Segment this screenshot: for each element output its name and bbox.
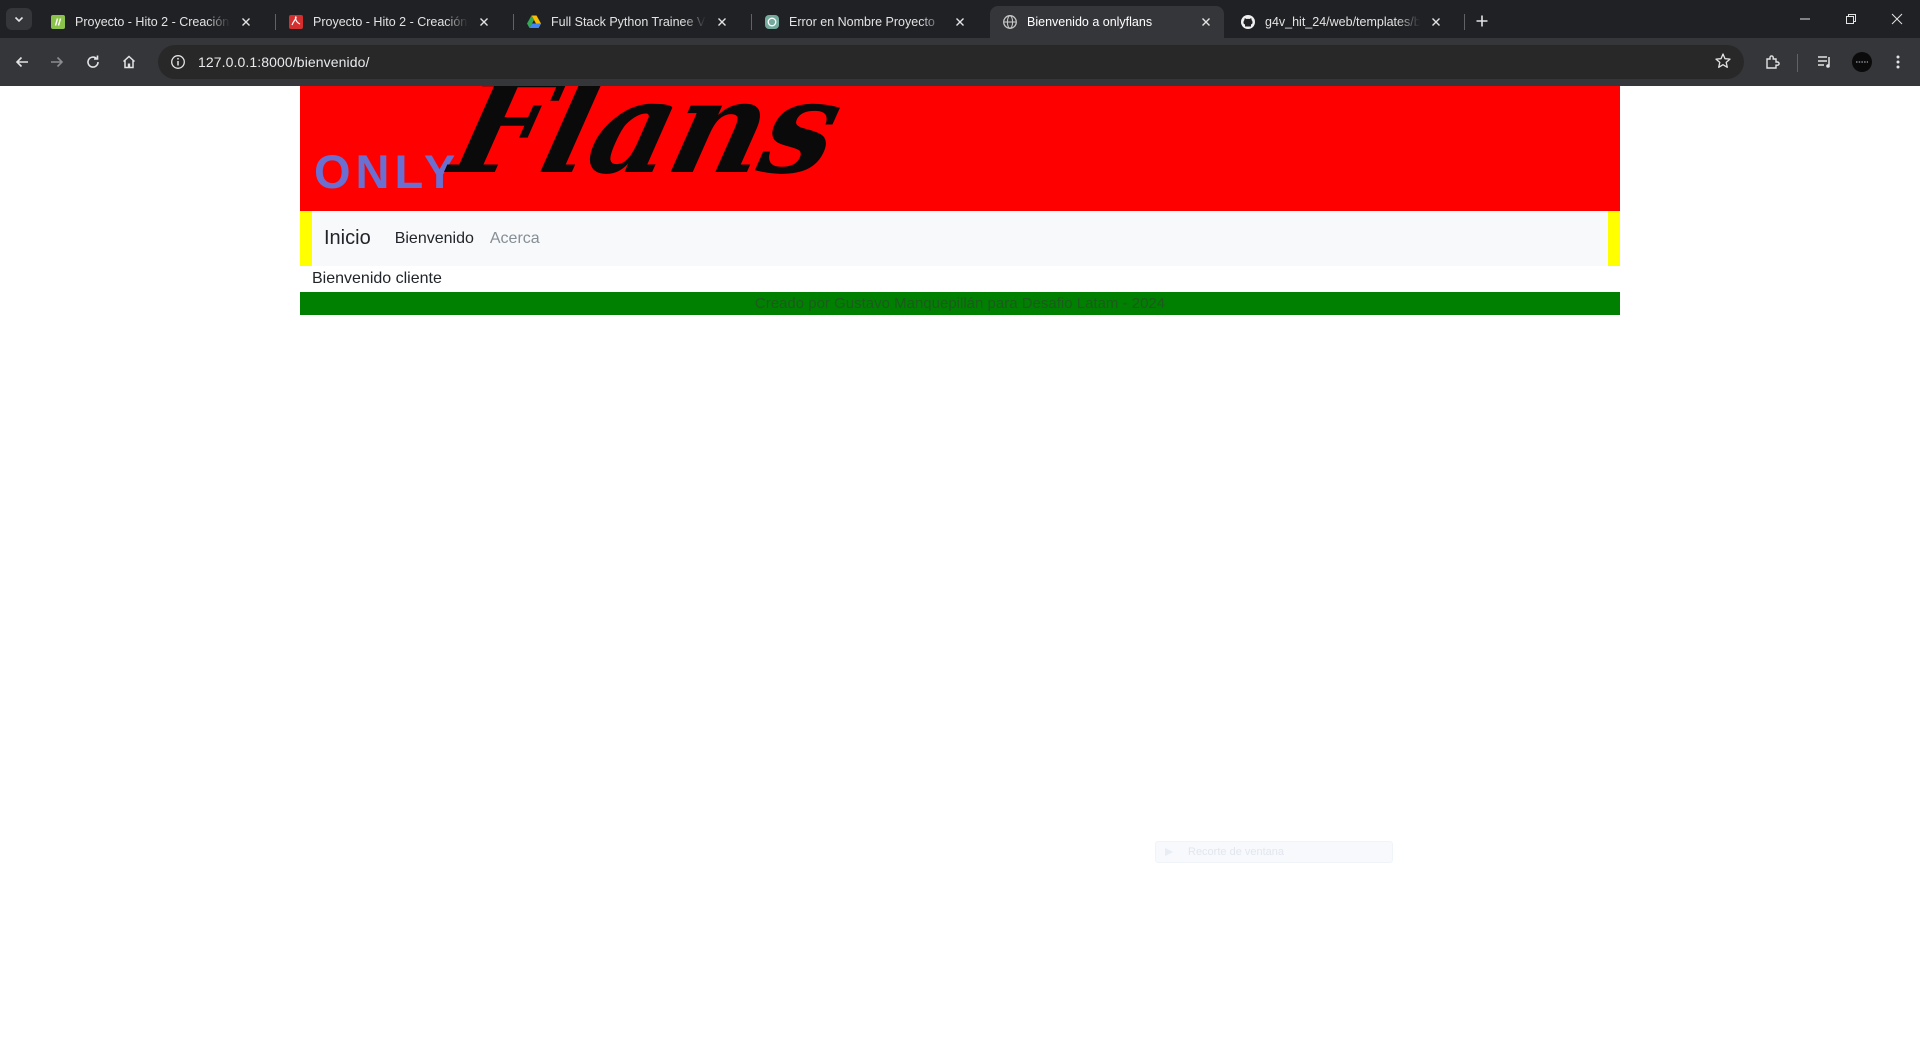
nav-link-acerca[interactable]: Acerca bbox=[490, 230, 540, 248]
github-icon bbox=[1240, 14, 1256, 30]
bookmark-star-icon[interactable] bbox=[1714, 52, 1734, 72]
close-icon[interactable] bbox=[714, 14, 730, 30]
url-text[interactable]: 127.0.0.1:8000/bienvenido/ bbox=[198, 54, 370, 70]
tab-title: Error en Nombre Proyecto bbox=[789, 15, 935, 29]
puzzle-icon bbox=[1766, 55, 1780, 69]
arrow-right-icon bbox=[51, 56, 64, 68]
queue-music-icon bbox=[1818, 56, 1830, 68]
address-bar[interactable]: 127.0.0.1:8000/bienvenido/ bbox=[158, 45, 1744, 79]
nav-brand-inicio[interactable]: Inicio bbox=[324, 227, 371, 250]
close-icon bbox=[1891, 13, 1903, 25]
forward-button[interactable] bbox=[45, 50, 69, 74]
more-vertical-icon bbox=[1896, 55, 1900, 69]
close-icon[interactable] bbox=[952, 14, 968, 30]
profile-avatar[interactable] bbox=[1850, 50, 1874, 74]
snip-icon bbox=[1165, 848, 1173, 856]
home-icon bbox=[122, 55, 136, 69]
site-footer: Creado por Gustavo Manquepillán para Des… bbox=[300, 292, 1620, 315]
site-navbar: Inicio Bienvenido Acerca bbox=[300, 211, 1620, 266]
tab-title: Full Stack Python Trainee V2.0 G bbox=[551, 15, 706, 29]
minimize-icon bbox=[1800, 18, 1810, 20]
reload-button[interactable] bbox=[81, 50, 105, 74]
arrow-left-icon bbox=[15, 56, 28, 68]
tab-title: Proyecto - Hito 2 - Creación de bbox=[313, 15, 468, 29]
browser-menu-button[interactable] bbox=[1886, 50, 1910, 74]
snipping-tooltip: Recorte de ventana bbox=[1155, 841, 1393, 863]
snipping-tooltip-text: Recorte de ventana bbox=[1188, 846, 1285, 858]
logo-flans-text: Flans bbox=[439, 86, 855, 203]
nav-link-bienvenido[interactable]: Bienvenido bbox=[395, 230, 474, 248]
globe-icon bbox=[1002, 14, 1018, 30]
excel-online-icon bbox=[50, 14, 66, 30]
extensions-button[interactable] bbox=[1761, 50, 1785, 74]
site-info-icon[interactable] bbox=[168, 52, 188, 72]
browser-tab-5-active[interactable]: Bienvenido a onlyflans bbox=[990, 6, 1224, 38]
new-tab-button[interactable] bbox=[1470, 10, 1494, 32]
media-controls-button[interactable] bbox=[1813, 50, 1837, 74]
reload-icon bbox=[87, 55, 99, 68]
minimize-button[interactable] bbox=[1782, 0, 1828, 38]
tab-title: Bienvenido a onlyflans bbox=[1027, 15, 1153, 29]
close-icon[interactable] bbox=[476, 14, 492, 30]
browser-tabstrip: Proyecto - Hito 2 - Creación de Proyecto… bbox=[0, 0, 1920, 38]
browser-tab-6[interactable]: g4v_hit_24/web/templates/base bbox=[1228, 6, 1454, 38]
close-icon[interactable] bbox=[1428, 14, 1444, 30]
tab-separator bbox=[1464, 14, 1465, 30]
tab-search-button[interactable] bbox=[6, 8, 32, 30]
close-icon[interactable] bbox=[238, 14, 254, 30]
browser-tab-2[interactable]: Proyecto - Hito 2 - Creación de bbox=[276, 6, 502, 38]
tab-title: Proyecto - Hito 2 - Creación de bbox=[75, 15, 230, 29]
browser-tab-1[interactable]: Proyecto - Hito 2 - Creación de bbox=[38, 6, 264, 38]
toolbar-separator bbox=[1797, 54, 1798, 72]
browser-toolbar: 127.0.0.1:8000/bienvenido/ bbox=[0, 38, 1920, 86]
close-icon[interactable] bbox=[1198, 14, 1214, 30]
tab-title: g4v_hit_24/web/templates/base bbox=[1265, 15, 1420, 29]
close-window-button[interactable] bbox=[1874, 0, 1920, 38]
browser-tab-4[interactable]: Error en Nombre Proyecto bbox=[752, 6, 978, 38]
page-container: ONLY Flans Inicio Bienvenido Acerca Bien… bbox=[300, 86, 1620, 315]
navbar-inner: Inicio Bienvenido Acerca bbox=[312, 211, 1608, 266]
back-button[interactable] bbox=[10, 50, 34, 74]
chevron-down-icon bbox=[14, 16, 24, 23]
avatar-icon bbox=[1852, 52, 1872, 72]
home-button[interactable] bbox=[117, 50, 141, 74]
welcome-message: Bienvenido cliente bbox=[312, 270, 442, 287]
plus-icon bbox=[1476, 15, 1488, 27]
site-banner: ONLY Flans bbox=[300, 86, 1620, 211]
browser-tab-3[interactable]: Full Stack Python Trainee V2.0 G bbox=[514, 6, 740, 38]
google-drive-icon bbox=[526, 14, 542, 30]
web-page: ONLY Flans Inicio Bienvenido Acerca Bien… bbox=[0, 86, 1920, 1040]
logo-only-text: ONLY bbox=[314, 145, 461, 198]
restore-icon bbox=[1846, 14, 1856, 24]
chatgpt-icon bbox=[764, 14, 780, 30]
restore-button[interactable] bbox=[1828, 0, 1874, 38]
pdf-icon bbox=[288, 14, 304, 30]
